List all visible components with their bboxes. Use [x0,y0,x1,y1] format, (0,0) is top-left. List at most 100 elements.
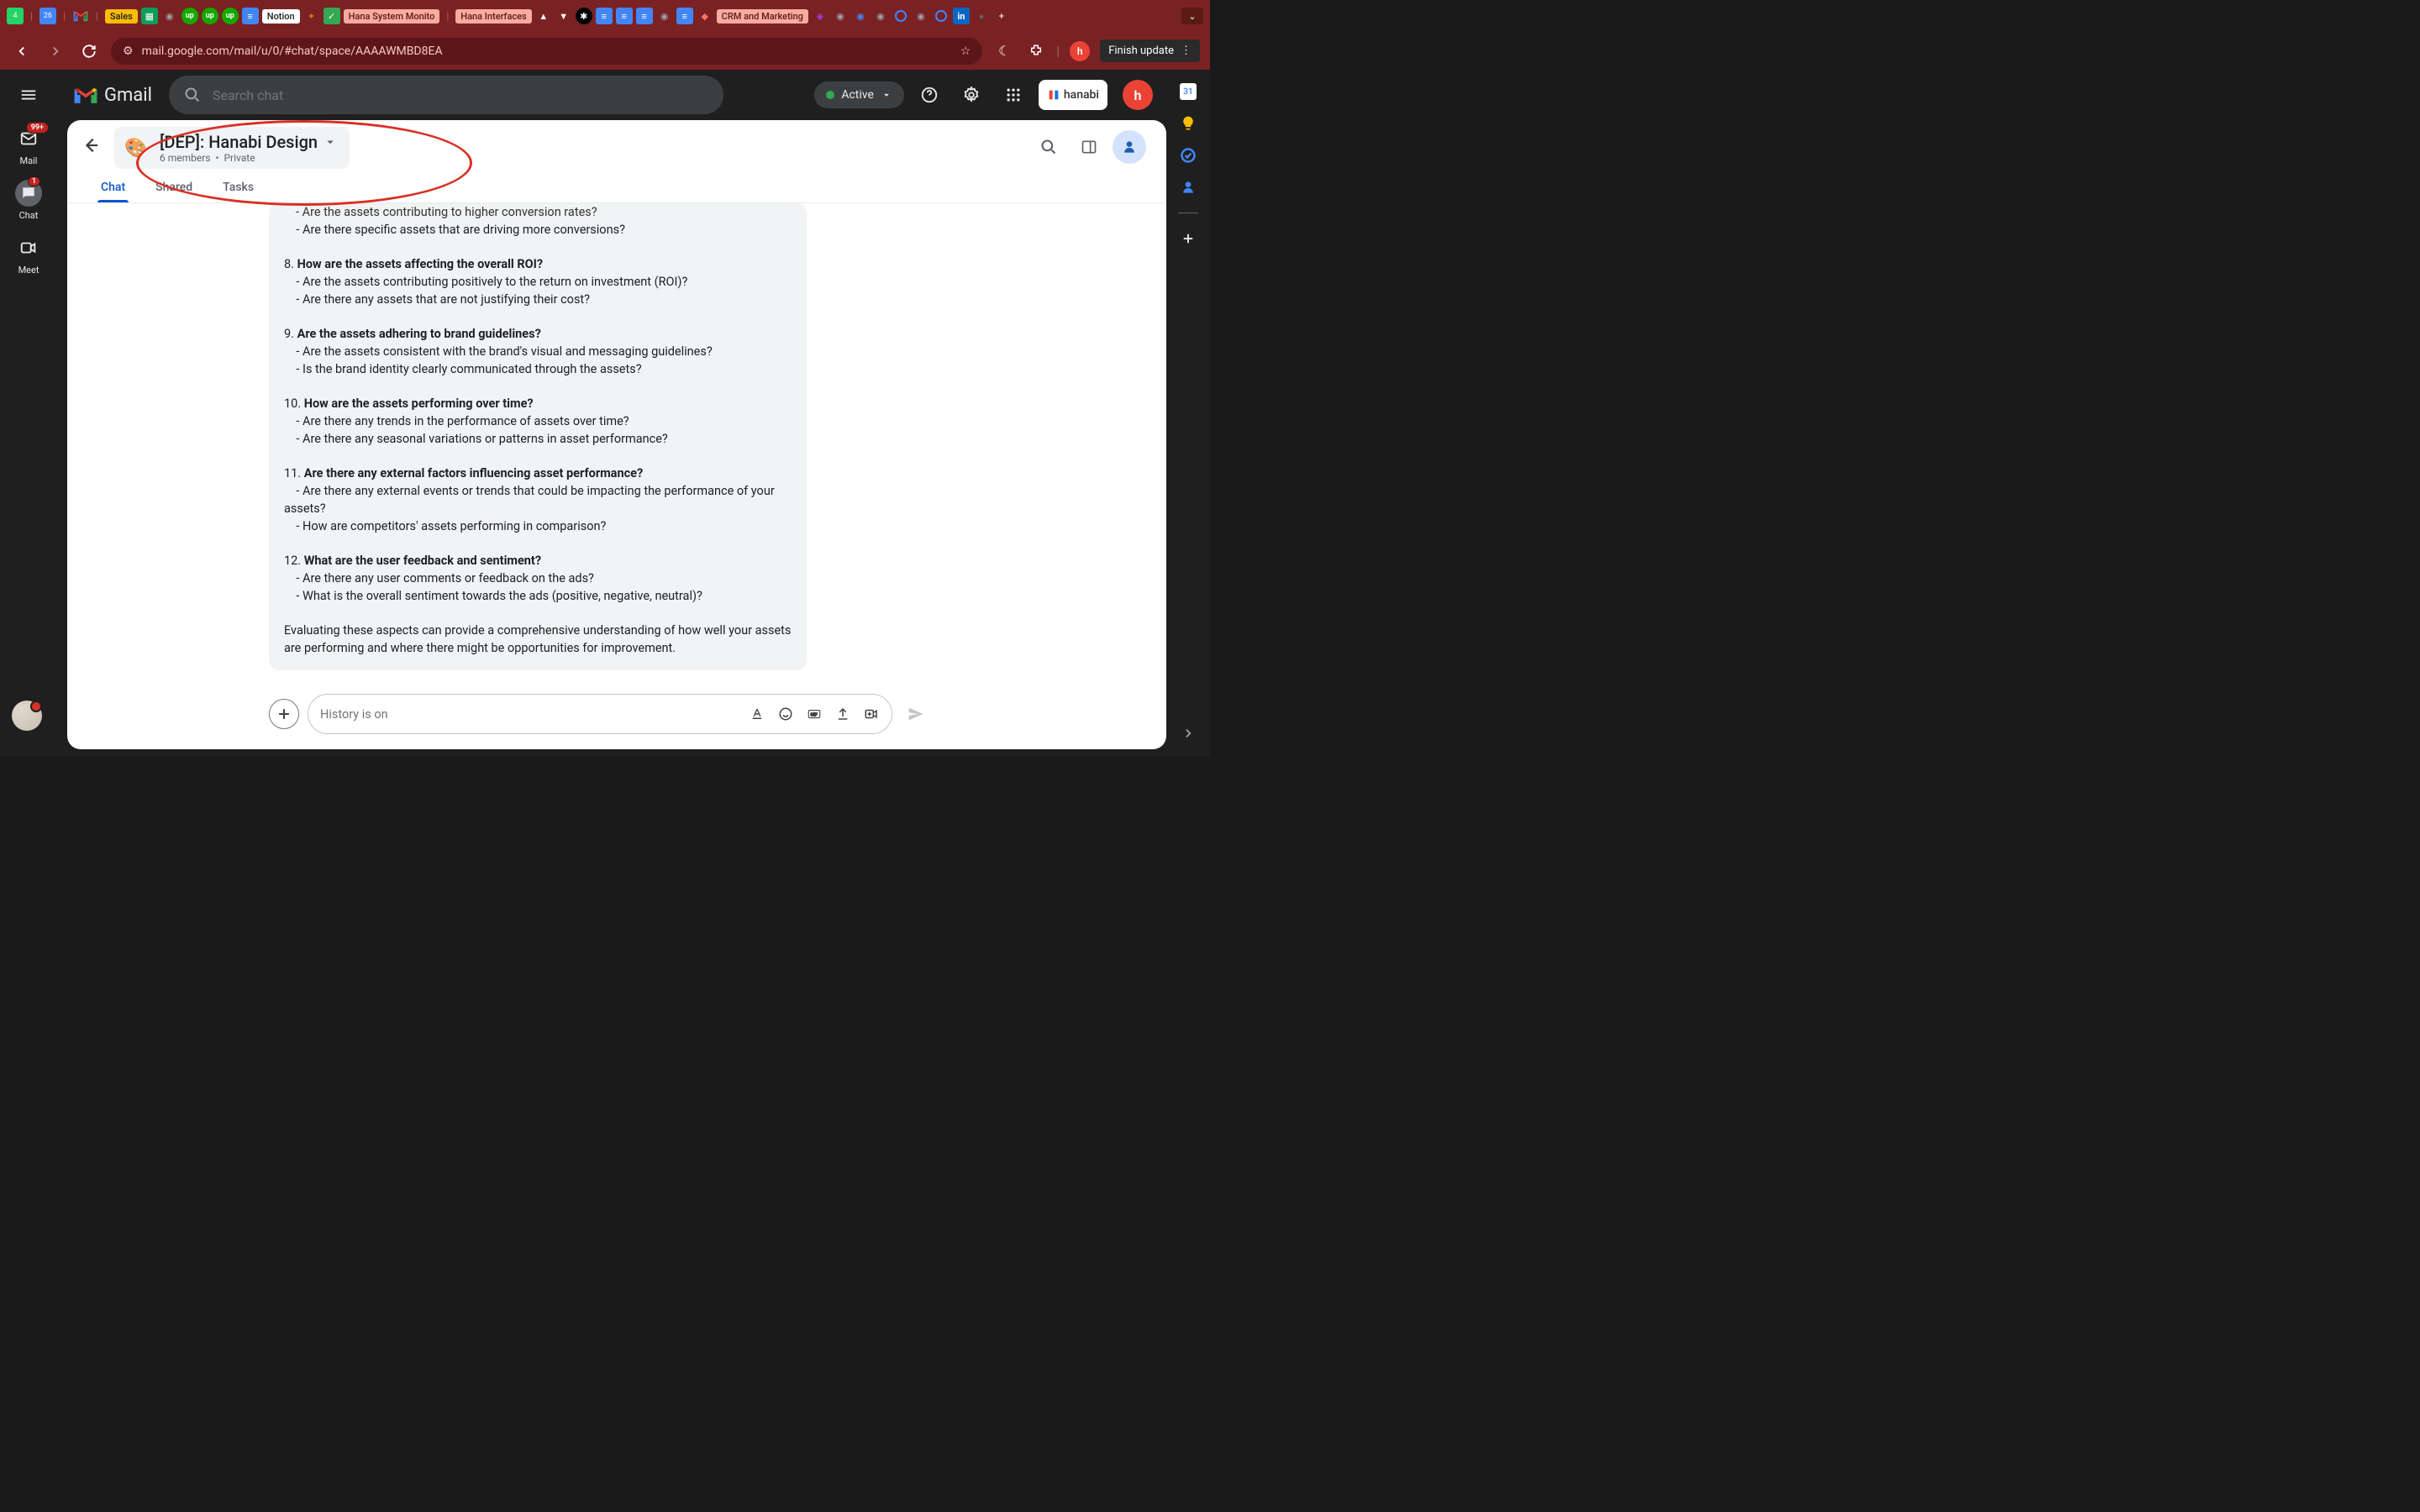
support-icon[interactable] [913,78,946,112]
tab-whatsapp[interactable]: 4 [7,8,24,24]
tab-check[interactable]: ✓ [324,8,340,24]
tab-separator: | [96,10,98,22]
status-dot [826,91,834,99]
format-icon[interactable] [749,706,765,722]
tab-separator: | [446,10,449,22]
tab-google-1[interactable] [892,8,909,24]
tasks-addon-icon[interactable] [1178,145,1198,165]
tab-generic-5[interactable]: ✱ [576,8,592,24]
url-bar[interactable]: ⚙ mail.google.com/mail/u/0/#chat/space/A… [111,38,982,65]
msg-question: 8. How are the assets affecting the over… [284,255,792,273]
settings-icon[interactable] [955,78,988,112]
nav-meet[interactable]: Meet [5,229,52,281]
collapse-panel-button[interactable] [1181,726,1196,741]
finish-update-button[interactable]: Finish update ⋮ [1100,39,1200,62]
site-settings-icon[interactable]: ⚙ [123,45,134,58]
tab-sales[interactable]: Sales [105,9,138,24]
space-title-button[interactable]: 🎨 [DEP]: Hanabi Design 6 members • Priva… [114,127,350,169]
tab-generic-1[interactable]: ◉ [161,8,178,24]
nav-chat[interactable]: 1 Chat [5,175,52,226]
gif-icon[interactable]: GIF [806,706,823,722]
tab-sheets[interactable]: ▦ [141,8,158,24]
tab-calendar[interactable]: 26 [39,8,56,24]
tab-gmail-active[interactable] [72,8,89,24]
tab-tasks[interactable]: Tasks [219,174,257,202]
url-text: mail.google.com/mail/u/0/#chat/space/AAA… [142,45,443,58]
emoji-icon[interactable] [777,706,794,722]
space-name: [DEP]: Hanabi Design [160,132,318,152]
message-area[interactable]: - Are the assets contributing to higher … [67,203,1166,684]
tab-generic-2[interactable]: ✦ [303,8,320,24]
workspace-brand[interactable]: hanabi [1039,80,1107,110]
space-members-count: 6 members [160,152,211,164]
bookmark-icon[interactable]: ☆ [960,45,971,58]
compose-input[interactable] [320,707,749,722]
tab-overflow-button[interactable]: ⌄ [1181,8,1203,24]
profile-icon[interactable]: h [1068,39,1092,63]
tab-generic-4[interactable]: ▼ [555,8,572,24]
tab-hana-monitor[interactable]: Hana System Monito [344,9,440,24]
tab-generic-7[interactable]: ◈ [812,8,829,24]
msg-conclusion: Evaluating these aspects can provide a c… [284,622,792,657]
compose-box[interactable]: GIF [308,694,892,734]
tab-generic-11[interactable]: ◉ [913,8,929,24]
nav-mail[interactable]: 99+ Mail [5,120,52,171]
tab-docs-1[interactable]: ≡ [242,8,259,24]
tab-figma[interactable]: ◆ [697,8,713,24]
browser-chrome: 4 | 26 | | Sales ▦ ◉ up up up ≡ Notion ✦… [0,0,1210,70]
keep-addon-icon[interactable] [1178,113,1198,134]
account-avatar[interactable]: h [1123,80,1153,110]
msg-question: 9. Are the assets adhering to brand guid… [284,325,792,343]
search-input[interactable] [213,87,708,103]
toggle-panel-button[interactable] [1072,130,1106,164]
back-button[interactable] [10,39,34,63]
status-chip[interactable]: Active [814,81,904,108]
tab-google-2[interactable] [933,8,950,24]
contacts-addon-icon[interactable] [1178,177,1198,197]
main-menu-button[interactable] [12,78,45,112]
reload-button[interactable] [77,39,101,63]
members-panel-button[interactable] [1113,130,1146,164]
video-icon[interactable] [863,706,880,722]
compose-add-button[interactable] [269,699,299,729]
floating-chat-avatar[interactable] [12,701,42,731]
tab-docs-2[interactable]: ≡ [596,8,613,24]
tab-generic-10[interactable]: ◉ [872,8,889,24]
extensions-icon[interactable] [1024,39,1048,63]
brand-pill-text: hanabi [1064,88,1099,102]
space-back-button[interactable] [76,130,106,160]
tab-upwork-3[interactable]: up [222,8,239,24]
tab-shared[interactable]: Shared [152,174,196,202]
apps-icon[interactable] [997,78,1030,112]
tab-generic-6[interactable]: ◉ [656,8,673,24]
moon-icon[interactable]: ☾ [992,39,1016,63]
msg-line: - Are there any seasonal variations or p… [284,430,792,448]
msg-line: - How are competitors' assets performing… [284,517,792,535]
tab-chat[interactable]: Chat [97,174,129,202]
upload-icon[interactable] [834,706,851,722]
gmail-logo[interactable]: Gmail [74,85,152,106]
send-button[interactable] [901,699,931,729]
tab-crm[interactable]: CRM and Marketing [717,9,808,24]
chat-badge: 1 [28,176,40,186]
msg-line: - Are there specific assets that are dri… [284,221,792,239]
tab-docs-4[interactable]: ≡ [636,8,653,24]
tab-docs-5[interactable]: ≡ [676,8,693,24]
nav-chat-label: Chat [19,210,39,221]
tab-generic-8[interactable]: ◉ [832,8,849,24]
tab-notion[interactable]: Notion [262,9,300,24]
tab-generic-3[interactable]: ▲ [535,8,552,24]
new-tab-button[interactable]: + [993,8,1010,24]
tab-upwork-2[interactable]: up [202,8,218,24]
tab-hana-interfaces[interactable]: Hana Interfaces [455,9,531,24]
search-bar[interactable] [169,76,723,114]
calendar-addon-icon[interactable]: 31 [1178,81,1198,102]
tab-generic-9[interactable]: ◉ [852,8,869,24]
forward-button[interactable] [44,39,67,63]
tab-linkedin[interactable]: in [953,8,970,24]
get-addons-button[interactable] [1178,228,1198,249]
tab-docs-3[interactable]: ≡ [616,8,633,24]
tab-generic-12[interactable]: ● [973,8,990,24]
tab-upwork-1[interactable]: up [182,8,198,24]
search-in-space-button[interactable] [1032,130,1065,164]
